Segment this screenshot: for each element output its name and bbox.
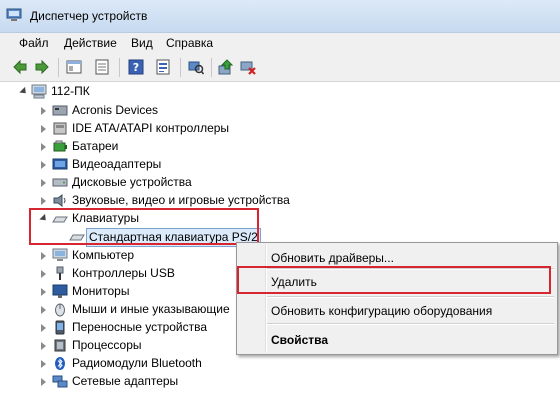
tree-item-mice[interactable]: Мыши и иные указывающие: [41, 301, 241, 318]
help-icon[interactable]: ?: [128, 59, 144, 75]
menu-properties[interactable]: Свойства: [271, 333, 328, 347]
tree-item-label: IDE ATA/ATAPI контроллеры: [72, 121, 230, 135]
tree-item-processors[interactable]: Процессоры: [41, 337, 241, 354]
toolbar-separator: [119, 58, 120, 77]
computer-icon: [31, 84, 47, 99]
menu-scan-hardware[interactable]: Обновить конфигурацию оборудования: [271, 304, 492, 318]
tree-item-ide[interactable]: IDE ATA/ATAPI контроллеры: [41, 120, 341, 137]
expand-arrow-icon[interactable]: [41, 324, 46, 332]
tree-item-display[interactable]: Видеоадаптеры: [41, 156, 341, 173]
keyboard-icon: [69, 234, 85, 241]
context-menu: Обновить драйверы... Удалить Обновить ко…: [236, 242, 558, 355]
ide-controller-icon: [53, 122, 67, 135]
expand-arrow-icon[interactable]: [41, 270, 46, 278]
forward-arrow-icon[interactable]: [34, 59, 50, 75]
tree-item-label: Контроллеры USB: [72, 266, 175, 280]
tree-item-label: Мыши и иные указывающие: [72, 302, 230, 316]
menu-view[interactable]: Вид: [131, 36, 153, 50]
tree-item-label: Видеоадаптеры: [72, 157, 162, 171]
back-arrow-icon[interactable]: [12, 59, 28, 75]
tree-item-network[interactable]: Сетевые адаптеры: [41, 373, 241, 390]
expand-arrow-icon[interactable]: [41, 161, 46, 169]
tree-item-label: Мониторы: [72, 284, 130, 298]
tree-view-icon[interactable]: [66, 59, 82, 75]
mouse-icon: [55, 303, 65, 317]
tree-item-acronis[interactable]: Acronis Devices: [41, 102, 341, 119]
expand-arrow-icon[interactable]: [41, 378, 46, 386]
tree-item-disk[interactable]: Дисковые устройства: [41, 174, 341, 191]
tree-item-label: Звуковые, видео и игровые устройства: [72, 193, 290, 207]
title-bar: Диспетчер устройств: [0, 0, 560, 33]
window-title: Диспетчер устройств: [30, 9, 148, 23]
battery-icon: [53, 140, 67, 152]
menu-file[interactable]: Файл: [19, 36, 49, 50]
expand-arrow-icon[interactable]: [41, 342, 46, 350]
update-driver-icon[interactable]: [218, 59, 234, 75]
uninstall-device-icon[interactable]: [240, 59, 256, 75]
tree-item-sound[interactable]: Звуковые, видео и игровые устройства: [41, 192, 361, 209]
expand-arrow-icon[interactable]: [41, 360, 46, 368]
toolbar-separator: [180, 58, 181, 77]
tree-item-label: Acronis Devices: [72, 103, 159, 117]
tree-item-usb[interactable]: Контроллеры USB: [41, 265, 241, 282]
tree-item-label: Сетевые адаптеры: [72, 374, 179, 388]
expand-arrow-icon[interactable]: [41, 306, 46, 314]
menu-update-driver[interactable]: Обновить драйверы...: [271, 251, 394, 265]
display-adapter-icon: [52, 158, 68, 170]
computer-icon: [52, 248, 68, 261]
expand-arrow-icon[interactable]: [41, 107, 46, 115]
tree-item-label: Дисковые устройства: [72, 175, 192, 189]
tree-item-label: Батареи: [72, 139, 119, 153]
expand-arrow-icon[interactable]: [41, 197, 46, 205]
context-menu-gutter: [265, 245, 267, 352]
tree-item-label: Клавиатуры: [72, 211, 139, 225]
properties-sheet-icon[interactable]: [94, 59, 110, 75]
toolbar-separator: [58, 58, 59, 77]
menu-uninstall[interactable]: Удалить: [271, 275, 317, 289]
context-menu-separator: [267, 323, 554, 325]
tree-item-portable[interactable]: Переносные устройства: [41, 319, 241, 336]
network-adapter-icon: [52, 375, 68, 388]
toolbar-separator: [211, 58, 212, 77]
tree-item-battery[interactable]: Батареи: [41, 138, 341, 155]
sound-icon: [53, 194, 66, 207]
tree-item-bluetooth[interactable]: Радиомодули Bluetooth: [41, 355, 241, 372]
expand-arrow-icon[interactable]: [41, 125, 46, 133]
tree-item-label: Компьютер: [72, 248, 135, 262]
tree-item-label: Переносные устройства: [72, 320, 208, 334]
toolbar: ?: [0, 54, 560, 82]
tree-item-ps2-keyboard[interactable]: Стандартная клавиатура PS/2: [58, 228, 261, 247]
context-menu-separator: [267, 296, 554, 298]
menu-help[interactable]: Справка: [166, 36, 213, 50]
svg-text:?: ?: [133, 61, 139, 74]
menu-bar: Файл Действие Вид Справка: [0, 33, 560, 54]
tree-item-label: Радиомодули Bluetooth: [72, 356, 202, 370]
expand-arrow-icon[interactable]: [41, 143, 46, 151]
tree-item-label: Процессоры: [72, 338, 142, 352]
scan-hardware-icon[interactable]: [188, 59, 204, 75]
monitor-icon: [52, 284, 68, 298]
context-menu-separator: [267, 268, 554, 270]
expand-arrow-icon[interactable]: [41, 179, 46, 187]
menu-action[interactable]: Действие: [64, 36, 117, 50]
tree-item-monitors[interactable]: Мониторы: [41, 283, 241, 300]
device-list-icon[interactable]: [155, 59, 171, 75]
expand-arrow-icon[interactable]: [41, 288, 46, 296]
bluetooth-icon: [55, 357, 65, 370]
collapse-arrow-icon[interactable]: [39, 213, 49, 224]
tree-root[interactable]: 112-ПК: [19, 83, 220, 100]
device-manager-icon: [6, 8, 22, 21]
tree-item-computer[interactable]: Компьютер: [41, 247, 241, 264]
expand-arrow-icon[interactable]: [41, 252, 46, 260]
keyboard-icon: [52, 216, 68, 223]
usb-icon: [56, 266, 64, 280]
root-label: 112-ПК: [51, 84, 90, 98]
processor-icon: [54, 339, 66, 352]
tree-item-keyboards[interactable]: Клавиатуры: [39, 210, 241, 227]
disk-drive-icon: [52, 178, 68, 187]
collapse-arrow-icon[interactable]: [19, 86, 29, 97]
acronis-icon: [52, 105, 68, 116]
tree-item-label: Стандартная клавиатура PS/2: [86, 228, 261, 247]
portable-device-icon: [55, 320, 65, 335]
